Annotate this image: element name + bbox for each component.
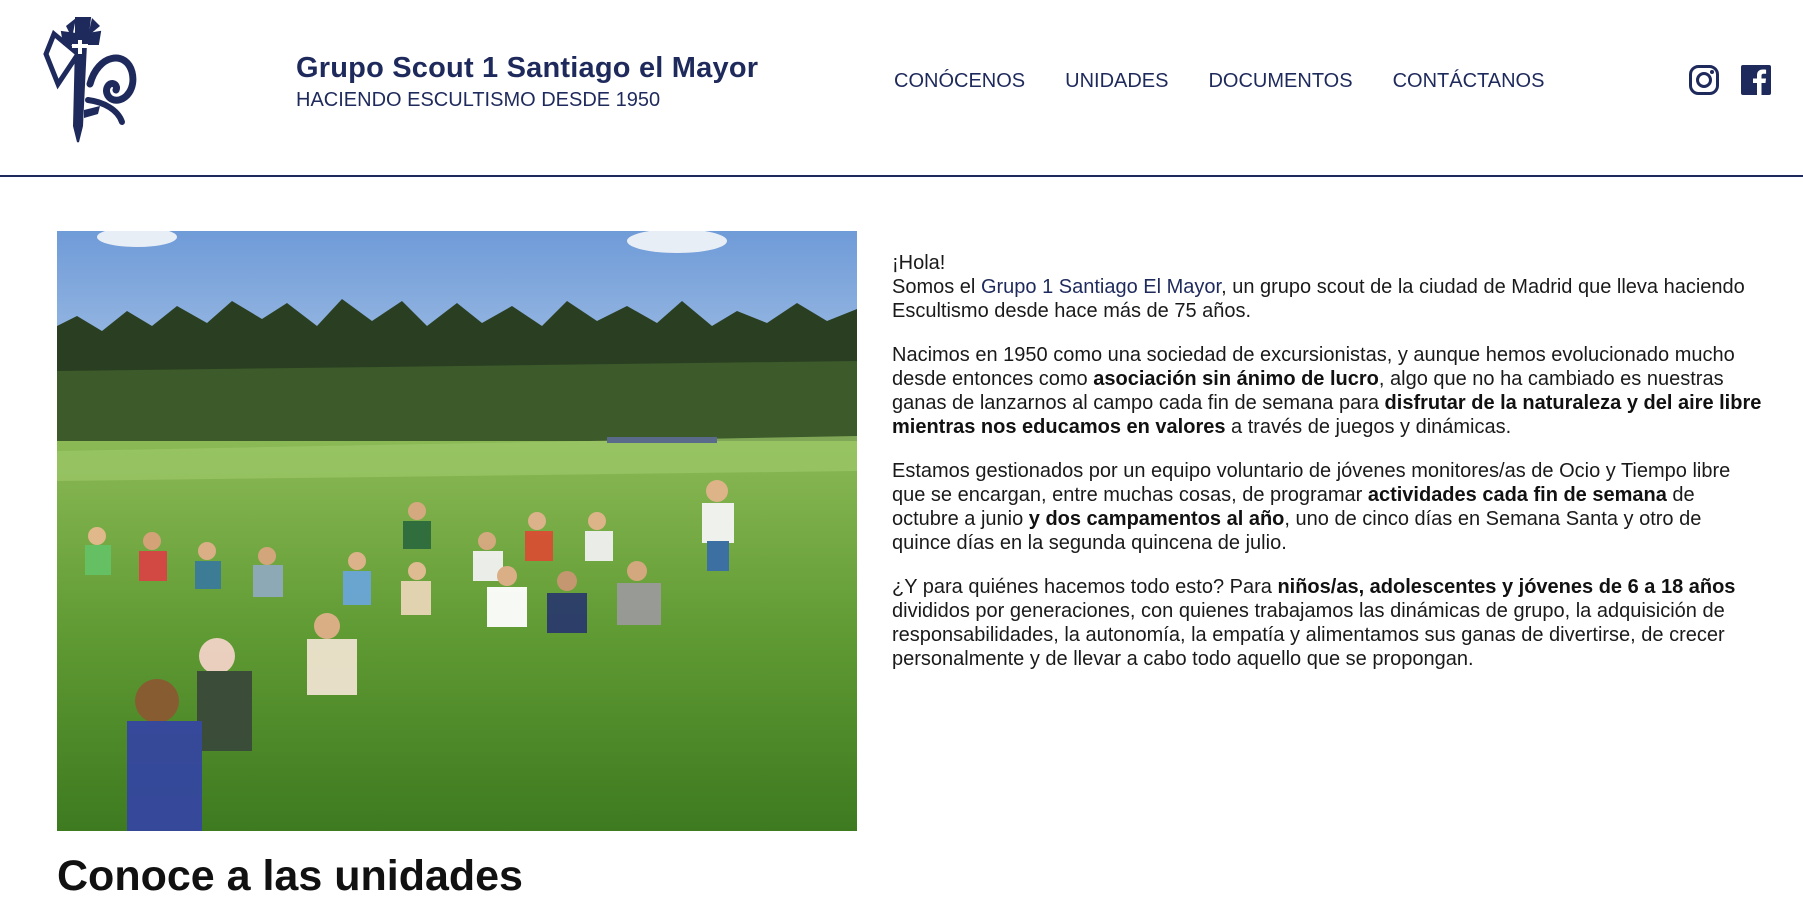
group-logo[interactable] xyxy=(38,14,138,148)
intro-text-segment: a través de juegos y dinámicas. xyxy=(1225,416,1512,438)
greeting: ¡Hola! xyxy=(892,252,946,274)
group-name-highlight: Grupo 1 Santiago El Mayor xyxy=(980,276,1222,298)
intro-text-segment: ¿Y para quiénes hacemos todo esto? Para xyxy=(892,576,1278,598)
bold-age-range: niños/as, adolescentes y jóvenes de 6 a … xyxy=(1277,576,1736,598)
nav-item-documentos[interactable]: DOCUMENTOS xyxy=(1208,70,1352,93)
intro-text-segment: Somos el xyxy=(892,276,981,298)
scout-emblem-icon xyxy=(43,17,137,143)
instagram-icon[interactable] xyxy=(1688,64,1720,96)
bold-nonprofit: asociación sin ánimo de lucro xyxy=(1093,368,1379,390)
site-title[interactable]: Grupo Scout 1 Santiago el Mayor xyxy=(296,52,758,85)
facebook-icon[interactable] xyxy=(1740,64,1772,96)
site-subtitle: HACIENDO ESCULTISMO DESDE 1950 xyxy=(296,89,661,111)
units-section-title: Conoce a las unidades xyxy=(57,852,523,900)
social-links xyxy=(1688,64,1772,96)
intro-paragraph-3: Estamos gestionados por un equipo volunt… xyxy=(892,459,1762,555)
nav-item-unidades[interactable]: UNIDADES xyxy=(1065,70,1168,93)
intro-text: ¡Hola! Somos el Grupo 1 Santiago El Mayor… xyxy=(892,251,1762,691)
nav-item-contactanos[interactable]: CONTÁCTANOS xyxy=(1393,70,1545,93)
bold-weekend-activities: actividades cada fin de semana xyxy=(1367,484,1667,506)
brand: Grupo Scout 1 Santiago el Mayor HACIENDO… xyxy=(296,52,758,112)
main-nav: CONÓCENOS UNIDADES DOCUMENTOS CONTÁCTANO… xyxy=(894,70,1544,93)
group-photo xyxy=(57,231,857,831)
intro-paragraph-4: ¿Y para quiénes hacemos todo esto? Para … xyxy=(892,575,1762,671)
site-header: Grupo Scout 1 Santiago el Mayor HACIENDO… xyxy=(0,0,1803,176)
bold-two-camps: y dos campamentos al año xyxy=(1028,508,1285,530)
intro-paragraph-2: Nacimos en 1950 como una sociedad de exc… xyxy=(892,343,1762,439)
header-divider xyxy=(0,175,1803,177)
intro-paragraph-1: ¡Hola! Somos el Grupo 1 Santiago El Mayor… xyxy=(892,251,1762,323)
nav-item-conocenos[interactable]: CONÓCENOS xyxy=(894,70,1025,93)
intro-text-segment: divididos por generaciones, con quienes … xyxy=(892,600,1725,670)
scouts-in-field-image xyxy=(57,231,857,831)
